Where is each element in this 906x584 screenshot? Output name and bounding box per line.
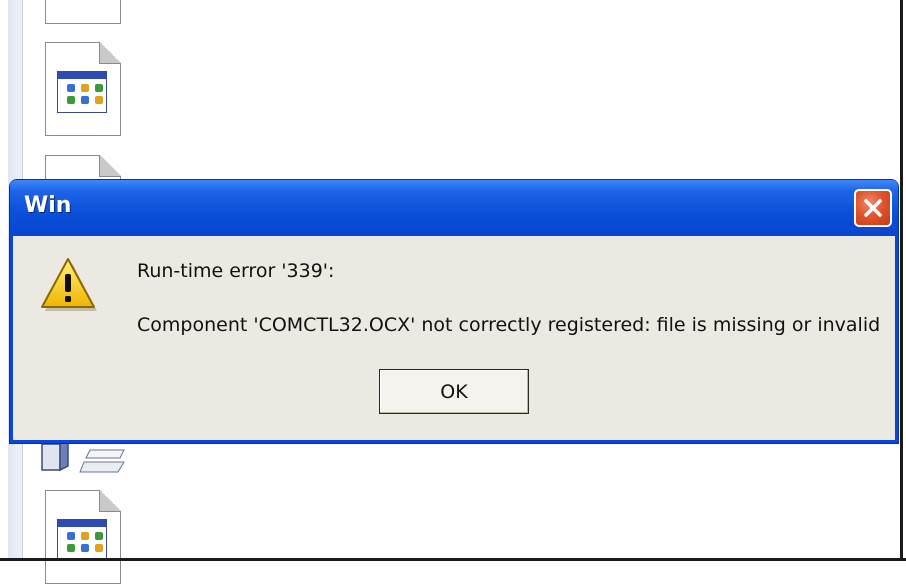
dialog-title: Win — [24, 193, 72, 218]
error-heading: Run-time error '339': — [137, 260, 335, 282]
application-window-icon — [57, 71, 107, 113]
window-bottom-edge — [0, 558, 906, 561]
close-icon — [864, 199, 882, 217]
error-dialog: Win Run-time error '339': Component 'COM… — [10, 180, 898, 443]
close-button[interactable] — [854, 189, 892, 227]
warning-icon — [41, 258, 97, 311]
ok-button[interactable]: OK — [379, 369, 529, 414]
cube-icon[interactable] — [40, 438, 130, 474]
dialog-body: Run-time error '339': Component 'COMCTL3… — [13, 236, 895, 440]
dialog-titlebar[interactable]: Win — [10, 180, 898, 236]
error-message: Component 'COMCTL32.OCX' not correctly r… — [137, 314, 881, 336]
window-right-edge — [900, 0, 903, 561]
application-file-icon[interactable] — [45, 42, 121, 136]
application-file-icon[interactable] — [45, 490, 121, 584]
application-window-icon — [57, 519, 107, 561]
file-icon[interactable] — [45, 0, 121, 24]
